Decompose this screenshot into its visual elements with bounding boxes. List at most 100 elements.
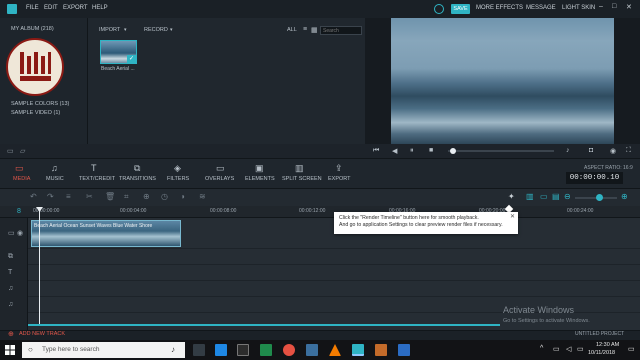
- volume-icon[interactable]: ◉: [610, 147, 616, 155]
- elements-icon: ▣: [255, 163, 264, 173]
- maximize-icon[interactable]: □: [612, 3, 616, 10]
- network-icon[interactable]: ▭: [553, 345, 560, 353]
- track-divider: [28, 248, 640, 249]
- playback-handle[interactable]: [450, 148, 456, 154]
- transitions-icon: ⧉: [134, 163, 141, 173]
- visibility-eye-icon[interactable]: ◉: [17, 229, 23, 237]
- album-item[interactable]: SAMPLE VIDEO (1): [11, 110, 60, 116]
- menu-export[interactable]: EXPORT: [63, 5, 88, 11]
- clock-date[interactable]: 10/11/2018: [588, 350, 615, 356]
- account-icon[interactable]: [434, 4, 444, 14]
- undo-icon[interactable]: ↶: [30, 192, 37, 201]
- tab-elements[interactable]: ELEMENTS: [245, 176, 275, 182]
- redo-icon[interactable]: ↷: [47, 192, 54, 201]
- snapshot-icon[interactable]: ▭: [540, 192, 548, 201]
- system-tray-icon[interactable]: ^: [540, 345, 543, 352]
- audio-wave-icon[interactable]: ▥: [526, 192, 534, 201]
- light-skin-link[interactable]: LIGHT SKIN: [562, 5, 595, 11]
- audio-mixer-icon[interactable]: ≋: [199, 192, 206, 201]
- album-item[interactable]: SAMPLE COLORS (13): [11, 101, 69, 107]
- zoom-slider-handle[interactable]: [596, 194, 603, 201]
- minimize-icon[interactable]: –: [599, 3, 603, 10]
- stop-icon[interactable]: ■: [429, 147, 433, 154]
- render-timeline-icon[interactable]: ✦: [508, 192, 515, 201]
- playback-slider[interactable]: [448, 150, 554, 152]
- playhead[interactable]: [39, 208, 40, 325]
- language-icon[interactable]: ▭: [577, 345, 584, 353]
- previous-frame-icon[interactable]: ⏮: [373, 147, 379, 155]
- folder-icon[interactable]: ▱: [20, 147, 25, 155]
- microphone-icon[interactable]: ♪: [171, 345, 175, 354]
- excel-icon[interactable]: [260, 344, 272, 356]
- menu-help[interactable]: HELP: [92, 5, 108, 11]
- crop-icon[interactable]: ⌗: [124, 192, 129, 202]
- split-screen-icon: ▥: [295, 163, 304, 173]
- task-view-icon[interactable]: [193, 344, 205, 356]
- edge-browser-icon[interactable]: [215, 344, 227, 356]
- filmora-taskbar-icon[interactable]: [352, 344, 364, 356]
- tab-split-screen[interactable]: SPLIT SCREEN: [282, 176, 322, 182]
- app-logo-icon: [7, 4, 17, 14]
- tab-text-credit[interactable]: TEXT/CREDIT: [79, 176, 115, 182]
- color-icon[interactable]: ◑: [180, 192, 185, 201]
- tab-overlays[interactable]: OVERLAYS: [205, 176, 234, 182]
- clip-label: Beach Aerial Ocean Sunset Waves Blue Wat…: [34, 223, 153, 229]
- notifications-icon[interactable]: ▭: [628, 345, 635, 353]
- record-dropdown[interactable]: RECORD: [144, 27, 168, 33]
- tooltip-line: Click the "Render Timeline" button here …: [339, 215, 479, 221]
- rewind-icon[interactable]: ◀: [392, 147, 397, 155]
- menu-edit[interactable]: EDIT: [44, 5, 58, 11]
- add-folder-icon[interactable]: ▭: [7, 147, 14, 155]
- close-icon[interactable]: ✕: [510, 213, 515, 220]
- menu-file[interactable]: FILE: [26, 5, 39, 11]
- pause-icon[interactable]: ⏸: [410, 147, 414, 155]
- album-item[interactable]: MY ALBUM (218): [11, 26, 54, 32]
- zoom-icon[interactable]: ⊕: [143, 192, 150, 201]
- add-icon[interactable]: ⊕: [8, 330, 14, 338]
- tab-export[interactable]: EXPORT: [328, 176, 351, 182]
- voiceover-icon[interactable]: ▤: [552, 192, 560, 201]
- more-effects-link[interactable]: MORE EFFECTS: [476, 5, 523, 11]
- chevron-down-icon: ▾: [170, 27, 173, 33]
- filters-icon: ◈: [174, 163, 181, 173]
- close-icon[interactable]: ✕: [626, 3, 632, 11]
- checkmark-icon: ✓: [127, 55, 136, 63]
- chrome-icon[interactable]: [283, 344, 295, 356]
- track-divider: [28, 264, 640, 265]
- word-icon[interactable]: [398, 344, 410, 356]
- preview-video: [391, 18, 614, 144]
- add-new-track-button[interactable]: ADD NEW TRACK: [19, 331, 65, 337]
- tab-music[interactable]: MUSIC: [46, 176, 64, 182]
- save-button[interactable]: SAVE: [451, 4, 470, 14]
- filter-all-dropdown[interactable]: ALL: [287, 27, 297, 33]
- app-icon[interactable]: [306, 344, 318, 356]
- app-icon[interactable]: [375, 344, 387, 356]
- snapshot-icon[interactable]: ◘: [589, 147, 593, 154]
- render-tooltip: Click the "Render Timeline" button here …: [334, 212, 518, 234]
- tab-transitions[interactable]: TRANSITIONS: [119, 176, 156, 182]
- folder-icon: ▭: [15, 163, 24, 173]
- fullscreen-icon[interactable]: ⛶: [626, 147, 631, 155]
- split-icon[interactable]: ✂: [86, 192, 93, 201]
- delete-icon[interactable]: 🗑: [105, 192, 115, 201]
- message-link[interactable]: MESSAGE: [526, 5, 556, 11]
- grid-view-icon[interactable]: ▦: [311, 26, 318, 34]
- clock-time[interactable]: 12:30 AM: [596, 342, 619, 348]
- taskbar-search-input[interactable]: Type here to search: [22, 342, 185, 358]
- zoom-in-icon[interactable]: ⊕: [621, 192, 628, 201]
- windows-start-icon[interactable]: [5, 345, 15, 355]
- aspect-ratio-label: ASPECT RATIO: 16:9: [584, 165, 633, 171]
- tab-filters[interactable]: FILTERS: [167, 176, 189, 182]
- list-view-icon[interactable]: ≡: [303, 26, 307, 33]
- zoom-out-icon[interactable]: ⊖: [564, 192, 571, 201]
- import-dropdown[interactable]: IMPORT: [99, 27, 120, 33]
- edit-properties-icon[interactable]: ≡: [66, 192, 71, 201]
- volume-icon[interactable]: ◁: [566, 345, 571, 353]
- tab-media[interactable]: MEDIA: [13, 176, 30, 182]
- speed-icon[interactable]: ◷: [161, 192, 168, 201]
- mic-icon[interactable]: ♪: [566, 147, 570, 154]
- ruler-label: 00:00:08:00: [210, 208, 237, 214]
- track-divider: [28, 280, 640, 281]
- media-search-input[interactable]: [320, 26, 362, 35]
- camera-app-icon[interactable]: [237, 344, 249, 356]
